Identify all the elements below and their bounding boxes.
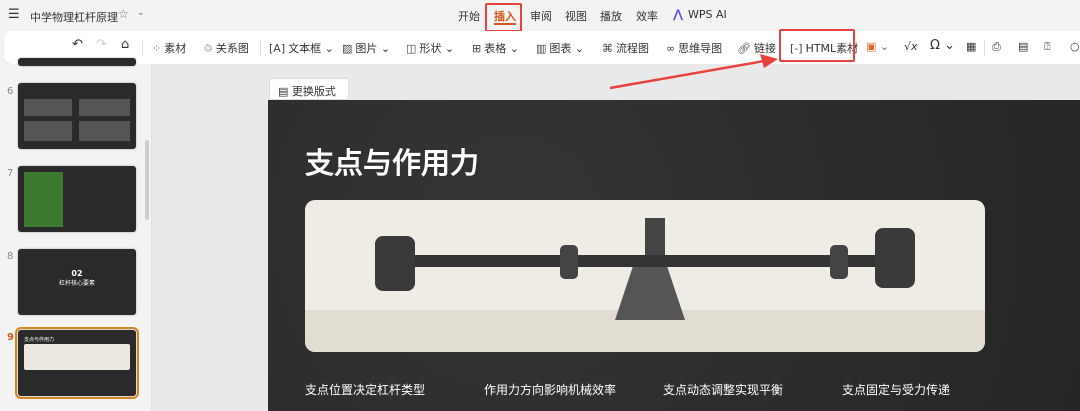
tab-start[interactable]: 开始 bbox=[458, 8, 480, 24]
textbox-button[interactable]: [A] 文本框 ⌄ bbox=[269, 40, 334, 56]
formula-icon[interactable]: √x bbox=[904, 40, 918, 53]
symbol-icon[interactable]: Ω ⌄ bbox=[930, 38, 955, 53]
scrollbar[interactable] bbox=[145, 140, 149, 220]
tab-wps-ai[interactable]: WPS AI bbox=[688, 8, 727, 21]
cycle-icon: ♲ bbox=[203, 42, 213, 55]
slide-number-selected: 9 bbox=[7, 332, 14, 343]
document-title: 中学物理杠杆原理 bbox=[30, 11, 118, 24]
slide-number: 6 bbox=[7, 86, 14, 97]
slide-thumb-8[interactable]: 02 杠杆核心要素 bbox=[18, 249, 136, 315]
lever-illustration[interactable] bbox=[305, 200, 985, 352]
slide-9[interactable]: 支点与作用力 支点位置决定杠杆类型 作用力方向影响机械效率 支点动态调整实现平衡… bbox=[268, 100, 1080, 411]
textbox-icon: [A] bbox=[269, 42, 286, 55]
material-button[interactable]: ⁘ 素材 bbox=[152, 40, 186, 56]
thumb-section-number: 02 bbox=[71, 269, 83, 278]
image-label: 图片 bbox=[355, 42, 378, 55]
format-painter-icon[interactable]: ⌂ bbox=[121, 37, 129, 52]
table-label: 表格 bbox=[484, 42, 507, 55]
shape-label: 形状 bbox=[419, 42, 442, 55]
title-bar: ☰ 中学物理杠杆原理 ☆ ⌄ 开始 插入 审阅 视图 播放 效率 ⋀ WPS A… bbox=[0, 0, 1080, 32]
change-layout-button[interactable]: ▤ 更换版式 bbox=[269, 78, 349, 100]
table-button[interactable]: ⊞ 表格 ⌄ bbox=[472, 40, 519, 56]
redo-icon[interactable]: ↷ bbox=[96, 37, 107, 52]
material-label: 素材 bbox=[164, 42, 187, 55]
image-icon: ▨ bbox=[342, 42, 353, 55]
tab-view[interactable]: 视图 bbox=[565, 8, 587, 24]
chart-button[interactable]: ▥ 图表 ⌄ bbox=[536, 40, 584, 56]
slide-number: 7 bbox=[7, 168, 14, 179]
list-icon[interactable]: ▤ bbox=[1018, 40, 1028, 53]
slide-thumb-7[interactable] bbox=[18, 166, 136, 232]
slide-thumb-6[interactable] bbox=[18, 83, 136, 149]
relation-chart-label: 关系图 bbox=[215, 42, 249, 55]
slide-number: 8 bbox=[7, 251, 14, 262]
slide-point-3[interactable]: 支点动态调整实现平衡 bbox=[663, 381, 783, 398]
slide-thumb-9-selected[interactable]: 支点与作用力 bbox=[15, 327, 139, 399]
annotation-arrow bbox=[609, 54, 778, 90]
ribbon-toolbar: ↶ ↷ ⌂ ⁘ 素材 ♲ 关系图 [A] 文本框 ⌄ ▨ 图片 ⌄ ◫ 形状 ⌄ ⊞ 表格 … bbox=[4, 31, 1080, 64]
star-icon[interactable]: ☆ bbox=[118, 7, 129, 21]
slide-point-4[interactable]: 支点固定与受力传递 bbox=[842, 381, 950, 398]
search-icon[interactable]: ○ bbox=[1070, 40, 1080, 53]
thumb-section-title: 杠杆核心要素 bbox=[58, 280, 95, 287]
tab-review[interactable]: 审阅 bbox=[530, 8, 552, 24]
media-icon[interactable]: ▣ ⌄ bbox=[866, 40, 889, 53]
tab-play[interactable]: 播放 bbox=[600, 8, 622, 24]
chart-label: 图表 bbox=[549, 42, 572, 55]
shape-button[interactable]: ◫ 形状 ⌄ bbox=[406, 40, 454, 56]
insert-tab-highlight bbox=[485, 3, 522, 32]
slide-title[interactable]: 支点与作用力 bbox=[305, 140, 479, 182]
grid-icon: ⁘ bbox=[152, 42, 162, 55]
undo-icon[interactable]: ↶ bbox=[72, 37, 83, 52]
shape-icon: ◫ bbox=[406, 42, 417, 55]
slide-point-1[interactable]: 支点位置决定杠杆类型 bbox=[305, 381, 425, 398]
slide-thumb-5[interactable] bbox=[18, 58, 136, 66]
wps-ai-logo-icon: ⋀ bbox=[673, 7, 684, 21]
qrcode-icon[interactable]: ▦ bbox=[966, 40, 976, 53]
tab-efficiency[interactable]: 效率 bbox=[636, 8, 658, 24]
textbox-label: 文本框 bbox=[288, 42, 322, 55]
image-button[interactable]: ▨ 图片 ⌄ bbox=[342, 40, 390, 56]
change-layout-label: 更换版式 bbox=[291, 85, 336, 98]
slide-thumbnails-panel: 6 7 8 02 杠杆核心要素 9 支点与作用力 bbox=[0, 58, 152, 411]
thumb-title: 支点与作用力 bbox=[24, 337, 55, 343]
bar-chart-icon: ▥ bbox=[536, 42, 547, 55]
slide-point-2[interactable]: 作用力方向影响机械效率 bbox=[484, 381, 616, 398]
lever-drawing bbox=[305, 218, 985, 352]
html-material-highlight bbox=[779, 29, 855, 62]
help-doc-icon[interactable]: ⍰ bbox=[1044, 40, 1051, 54]
table-icon: ⊞ bbox=[472, 42, 482, 55]
print-icon[interactable]: ⎙ bbox=[992, 40, 1001, 54]
menu-icon[interactable]: ☰ bbox=[8, 7, 20, 22]
relation-chart-button[interactable]: ♲ 关系图 bbox=[203, 40, 249, 56]
layout-icon: ▤ bbox=[278, 85, 292, 98]
chevron-down-icon[interactable]: ⌄ bbox=[137, 8, 145, 18]
